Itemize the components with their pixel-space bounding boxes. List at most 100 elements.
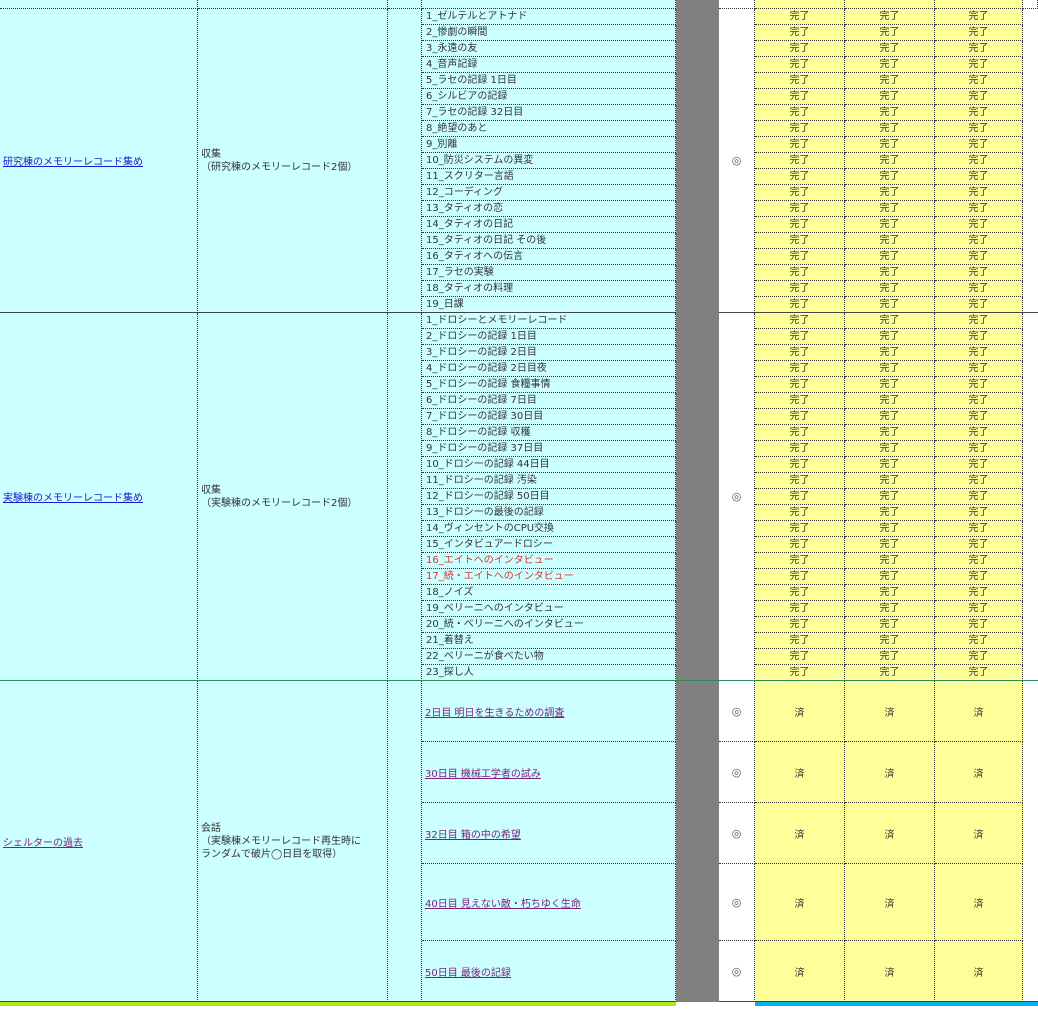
status-cell: 済 — [755, 941, 845, 1002]
record-item: 16_タティオへの伝言 — [422, 249, 676, 265]
trailing-cell — [1023, 681, 1038, 1002]
record-item[interactable]: 50日目 最後の記録 — [422, 941, 676, 1002]
status-cell: 完了 — [935, 281, 1023, 297]
completion-mark: ◎ — [731, 765, 742, 779]
record-item[interactable]: 40日目 見えない敵・朽ちゆく生命 — [422, 864, 676, 941]
status-cell: 完了 — [755, 393, 845, 409]
status-cell: 済 — [845, 681, 935, 742]
status-value: 完了 — [789, 411, 810, 422]
status-value: 完了 — [879, 331, 900, 342]
completion-mark-cell: ◎ — [719, 864, 755, 941]
status-value: 完了 — [789, 539, 810, 550]
top-partial-row-cell — [676, 0, 719, 9]
record-item: 12_ドロシーの記録 50日目 — [422, 489, 676, 505]
category-cell[interactable]: シェルターの過去 — [0, 681, 198, 1002]
status-value: 完了 — [789, 619, 810, 630]
record-item: 5_ドロシーの記録 食糧事情 — [422, 377, 676, 393]
status-cell: 完了 — [755, 249, 845, 265]
record-item: 1_ゼルテルとアトナド — [422, 9, 676, 25]
status-value: 完了 — [968, 539, 989, 550]
record-item-label: 10_ドロシーの記録 44日目 — [426, 459, 550, 470]
record-item-label: 17_続・エイトへのインタビュー — [426, 571, 574, 582]
status-cell: 完了 — [755, 505, 845, 521]
record-item[interactable]: 30日目 機械工学者の試み — [422, 742, 676, 803]
status-value: 完了 — [879, 203, 900, 214]
completion-mark: ◎ — [731, 490, 742, 503]
status-value: 完了 — [968, 667, 989, 678]
status-cell: 完了 — [935, 105, 1023, 121]
status-cell: 完了 — [755, 233, 845, 249]
status-cell: 完了 — [935, 569, 1023, 585]
status-value: 完了 — [968, 395, 989, 406]
status-value: 完了 — [968, 459, 989, 470]
status-cell: 完了 — [845, 633, 935, 649]
status-value: 完了 — [789, 363, 810, 374]
record-item: 11_スクリター言語 — [422, 169, 676, 185]
status-value: 完了 — [789, 267, 810, 278]
record-item[interactable]: 2日目 明日を生きるための調査 — [422, 681, 676, 742]
status-value: 完了 — [879, 507, 900, 518]
status-cell: 完了 — [845, 73, 935, 89]
status-cell: 完了 — [755, 617, 845, 633]
category-cell[interactable]: 研究棟のメモリーレコード集め — [0, 9, 198, 313]
record-item-label: 4_ドロシーの記録 2日目夜 — [426, 363, 547, 374]
status-cell: 完了 — [935, 41, 1023, 57]
status-value: 完了 — [968, 379, 989, 390]
record-item: 12_コーディング — [422, 185, 676, 201]
status-cell: 完了 — [845, 393, 935, 409]
record-item: 23_探し人 — [422, 665, 676, 681]
status-cell: 完了 — [755, 409, 845, 425]
completion-mark: ◎ — [731, 826, 742, 840]
record-item[interactable]: 32日目 箱の中の希望 — [422, 803, 676, 864]
record-item-label: 1_ドロシーとメモリーレコード — [426, 315, 568, 326]
status-value: 済 — [794, 829, 805, 841]
status-value: 完了 — [789, 555, 810, 566]
status-cell: 完了 — [935, 441, 1023, 457]
completion-mark: ◎ — [731, 964, 742, 978]
content-type-text: 収集 （研究棟のメモリーレコード2個） — [201, 148, 358, 173]
record-item-label: 21_着替え — [426, 635, 474, 646]
status-cell: 完了 — [845, 105, 935, 121]
status-cell: 完了 — [755, 537, 845, 553]
status-value: 済 — [794, 768, 805, 780]
record-item: 13_ドロシーの最後の記録 — [422, 505, 676, 521]
status-value: 完了 — [968, 443, 989, 454]
status-value: 完了 — [968, 491, 989, 502]
status-value: 済 — [884, 898, 895, 910]
status-value: 完了 — [789, 315, 810, 326]
status-value: 完了 — [879, 43, 900, 54]
status-cell: 完了 — [845, 233, 935, 249]
status-value: 完了 — [879, 571, 900, 582]
status-cell: 完了 — [755, 73, 845, 89]
category-cell[interactable]: 実験棟のメモリーレコード集め — [0, 313, 198, 681]
status-cell: 完了 — [935, 89, 1023, 105]
status-cell: 完了 — [845, 169, 935, 185]
status-value: 完了 — [879, 411, 900, 422]
status-value: 完了 — [789, 299, 810, 310]
record-item: 7_ドロシーの記録 30日目 — [422, 409, 676, 425]
record-item-link: 30日目 機械工学者の試み — [425, 768, 541, 780]
spacer-cell — [388, 681, 422, 1002]
record-item: 8_ドロシーの記録 収穫 — [422, 425, 676, 441]
bottom-edge-blue — [755, 1002, 1038, 1006]
status-cell: 完了 — [935, 217, 1023, 233]
status-value: 済 — [794, 967, 805, 979]
status-value: 完了 — [968, 283, 989, 294]
status-cell: 完了 — [755, 57, 845, 73]
status-cell: 済 — [845, 742, 935, 803]
status-value: 完了 — [879, 107, 900, 118]
status-cell: 完了 — [845, 425, 935, 441]
record-item: 15_タティオの日記 その後 — [422, 233, 676, 249]
status-value: 完了 — [879, 395, 900, 406]
status-cell: 完了 — [845, 313, 935, 329]
status-value: 完了 — [968, 651, 989, 662]
record-item: 22_ベリーニが食べたい物 — [422, 649, 676, 665]
top-partial-row-cell — [935, 0, 1023, 9]
status-value: 完了 — [968, 59, 989, 70]
status-cell: 完了 — [935, 505, 1023, 521]
record-item-label: 3_ドロシーの記録 2日目 — [426, 347, 537, 358]
status-value: 完了 — [879, 75, 900, 86]
status-value: 完了 — [968, 635, 989, 646]
status-cell: 完了 — [935, 297, 1023, 313]
status-value: 完了 — [968, 75, 989, 86]
